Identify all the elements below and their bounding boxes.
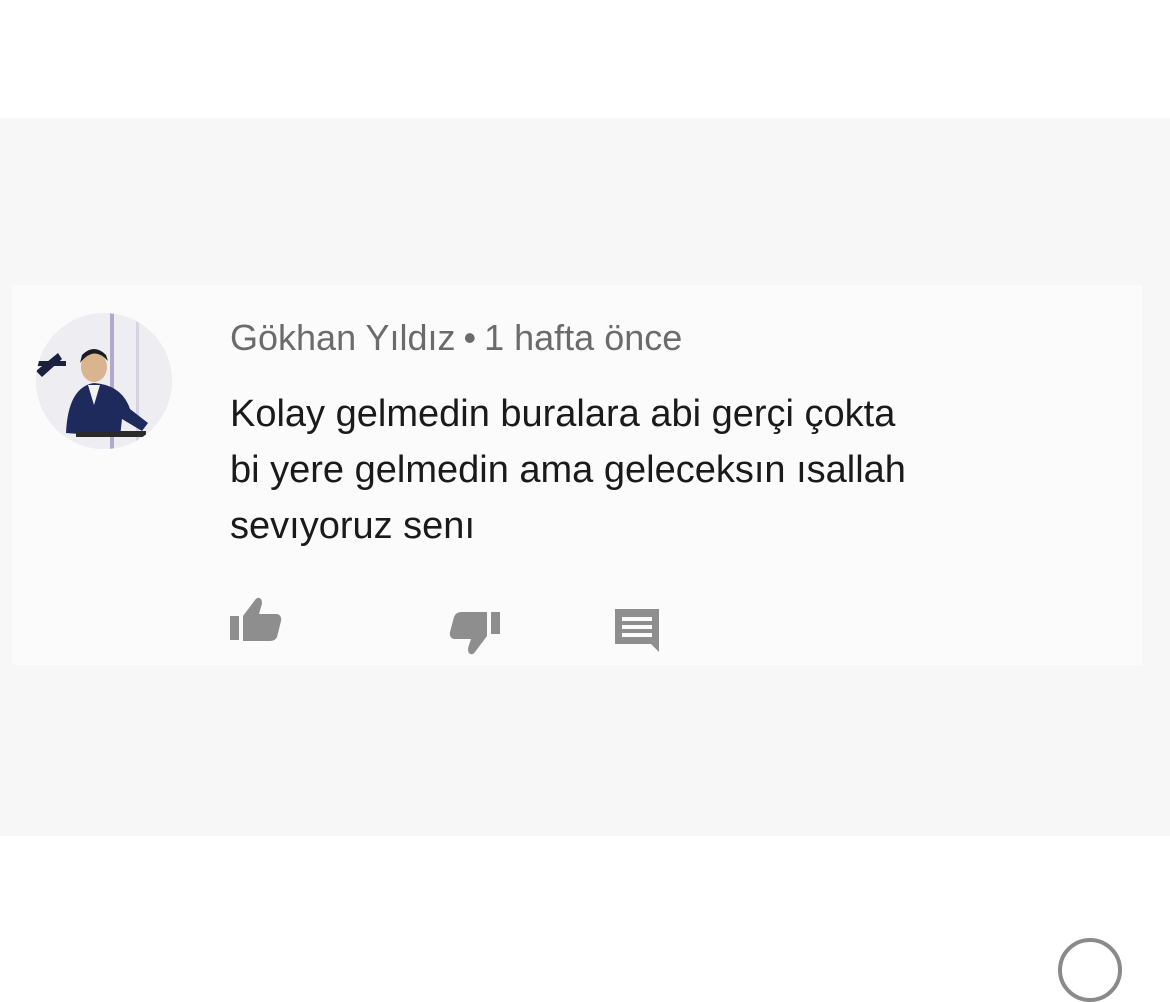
avatar-image bbox=[36, 313, 172, 449]
thumbs-up-icon bbox=[230, 597, 282, 641]
overlay-circle-button[interactable] bbox=[1058, 938, 1122, 1002]
comment-timestamp[interactable]: 1 hafta önce bbox=[484, 317, 682, 358]
author-name[interactable]: Gökhan Yıldız bbox=[230, 317, 455, 358]
separator-dot: • bbox=[463, 317, 477, 358]
dislike-button[interactable] bbox=[448, 608, 502, 658]
comment-icon bbox=[615, 609, 659, 652]
avatar[interactable] bbox=[36, 313, 172, 449]
thumbs-down-icon bbox=[449, 612, 500, 655]
comment-line: bi yere gelmedin ama geleceksın ısallah bbox=[230, 449, 906, 491]
comment-line: Kolay gelmedin buralara abi gerçi çokta bbox=[230, 393, 896, 435]
reply-button[interactable] bbox=[612, 606, 664, 654]
like-button[interactable] bbox=[228, 594, 284, 644]
comment-body: Kolay gelmedin buralara abi gerçi çokta … bbox=[230, 386, 1110, 554]
comment-line: sevıyoruz senı bbox=[230, 505, 475, 547]
comment-meta: Gökhan Yıldız • 1 hafta önce bbox=[230, 316, 682, 360]
